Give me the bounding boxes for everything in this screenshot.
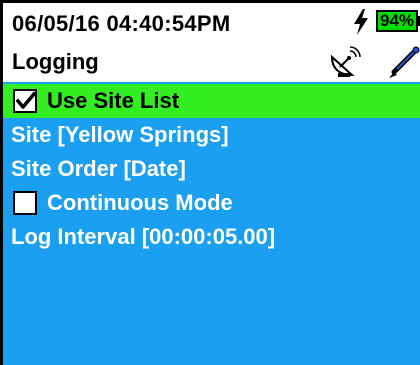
menu-item-site-order[interactable]: Site Order [Date] [3, 152, 420, 186]
menu-item-label: Use Site List [47, 88, 180, 113]
menu-item-log-interval[interactable]: Log Interval [00:00:05.00] [3, 220, 420, 254]
menu-item-label: Continuous Mode [47, 190, 233, 215]
checkbox-unchecked[interactable] [13, 191, 37, 215]
satellite-dish-icon[interactable] [328, 45, 362, 79]
menu-item-label: Log Interval [00:00:05.00] [11, 224, 276, 249]
menu-item-use-site-list[interactable]: Use Site List [3, 84, 420, 118]
page-title: Logging [12, 49, 99, 74]
probe-pen-icon[interactable] [385, 45, 420, 81]
menu-item-continuous-mode[interactable]: Continuous Mode [3, 186, 420, 220]
logging-menu: Use Site List Site [Yellow Springs] Site… [3, 82, 420, 365]
lightning-bolt-icon [354, 9, 368, 35]
device-screen: 06/05/16 04:40:54PM 94% Logging Use Site… [0, 0, 420, 365]
checkbox-checked[interactable] [13, 89, 37, 113]
header-panel: 06/05/16 04:40:54PM 94% Logging [3, 3, 420, 82]
battery-indicator: 94% [376, 10, 418, 32]
menu-item-label: Site [Yellow Springs] [11, 122, 229, 147]
menu-item-label: Site Order [Date] [11, 156, 186, 181]
checkmark-icon [16, 91, 36, 109]
datetime-display: 06/05/16 04:40:54PM [12, 11, 231, 36]
menu-item-site[interactable]: Site [Yellow Springs] [3, 118, 420, 152]
